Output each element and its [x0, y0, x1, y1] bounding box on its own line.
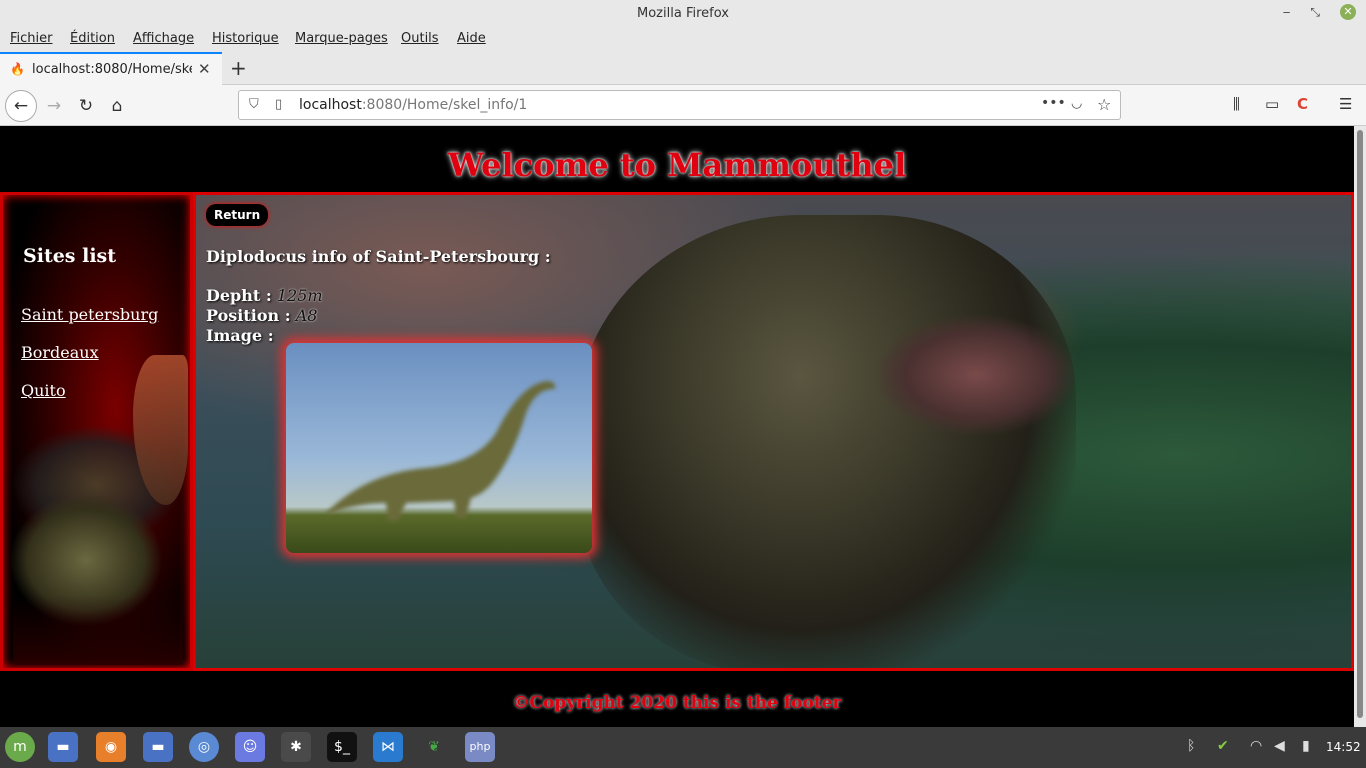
menu-fichier[interactable]: Fichier: [10, 31, 53, 46]
forward-icon[interactable]: →: [41, 93, 67, 119]
hamburger-menu-icon[interactable]: ☰: [1339, 95, 1352, 113]
depth-label: Depht :: [206, 286, 272, 305]
mongodb-icon[interactable]: ❦: [419, 732, 449, 762]
main-panel: Return Diplodocus info of Saint-Petersbo…: [193, 192, 1354, 671]
tracking-shield-icon[interactable]: ⛉: [249, 97, 259, 112]
page-info-icon[interactable]: ▯: [275, 97, 282, 112]
page-heading: Welcome to Mammouthel: [447, 146, 907, 184]
trex-jaw-image: [876, 315, 1076, 435]
page-scrollbar[interactable]: [1354, 126, 1366, 727]
bluetooth-icon[interactable]: ᛒ: [1187, 738, 1195, 754]
scrollbar-thumb[interactable]: [1357, 130, 1363, 718]
terminal-icon[interactable]: $_: [327, 732, 357, 762]
slack-icon[interactable]: ✱: [281, 732, 311, 762]
discord-icon[interactable]: ☺: [235, 732, 265, 762]
bookmark-star-icon[interactable]: ☆: [1097, 95, 1111, 114]
sidebar-reflection-image: [13, 595, 183, 665]
site-link-bordeaux[interactable]: Bordeaux: [21, 343, 99, 362]
tab-close-icon[interactable]: ✕: [198, 60, 211, 78]
sites-list-title: Sites list: [23, 245, 117, 267]
taskbar: m ▬ ◉ ▬ ◎ ☺ ✱ $_ ⋈ ❦ php ᛒ ✔ ◠ ◀ ▮ 14:52: [0, 727, 1366, 768]
site-link-quito[interactable]: Quito: [21, 381, 66, 400]
tab-active[interactable]: 🔥 localhost:8080/Home/skel_ ✕: [0, 52, 222, 85]
minimize-icon[interactable]: ‒: [1283, 5, 1291, 19]
menu-outils[interactable]: Outils: [401, 31, 439, 46]
position-value: A8: [295, 306, 318, 325]
library-icon[interactable]: ⫼: [1233, 95, 1240, 113]
url-bar[interactable]: ⛉ ▯ localhost:8080/Home/skel_info/1 ••• …: [238, 90, 1121, 120]
position-label: Position :: [206, 306, 291, 325]
window-title: Mozilla Firefox: [637, 6, 729, 21]
php-icon[interactable]: php: [465, 732, 495, 762]
site-link-saint-petersburg[interactable]: Saint petersburg: [21, 305, 158, 324]
home-icon[interactable]: ⌂: [104, 93, 130, 119]
vscode-icon[interactable]: ⋈: [373, 732, 403, 762]
mint-menu-icon[interactable]: m: [5, 732, 35, 762]
image-label: Image :: [206, 326, 274, 345]
page-footer: ©Copyright 2020 this is the footer: [512, 693, 842, 713]
extension-icon[interactable]: C: [1297, 95, 1308, 113]
info-title: Diplodocus info of Saint-Petersbourg :: [206, 247, 551, 266]
menu-marque-pages[interactable]: Marque-pages: [295, 31, 388, 46]
volume-icon[interactable]: ◀: [1274, 738, 1285, 754]
favicon-flame-icon: 🔥: [10, 62, 25, 76]
url-path: :8080/Home/skel_info/1: [361, 97, 528, 113]
new-tab-icon[interactable]: +: [230, 56, 247, 80]
depth-row: Depht : 125m: [206, 286, 323, 305]
web-content: Welcome to Mammouthel Sites list Saint p…: [0, 126, 1354, 727]
tab-title: localhost:8080/Home/skel_: [32, 62, 192, 77]
url-text[interactable]: localhost:8080/Home/skel_info/1: [299, 97, 527, 113]
trex-background-image: [576, 215, 1076, 668]
chromium-icon[interactable]: ◎: [189, 732, 219, 762]
window-titlebar: Mozilla Firefox ‒ ⤡ ✕: [0, 0, 1366, 28]
wifi-icon[interactable]: ◠: [1250, 738, 1262, 754]
return-button[interactable]: Return: [206, 204, 269, 226]
depth-value: 125m: [276, 286, 323, 305]
image-row: Image :: [206, 326, 274, 345]
navigation-bar: ← → ↻ ⌂ ⛉ ▯ localhost:8080/Home/skel_inf…: [0, 85, 1366, 126]
sites-sidebar: Sites list Saint petersburg Bordeaux Qui…: [0, 192, 193, 671]
firefox-taskbar-icon[interactable]: ◉: [96, 732, 126, 762]
menu-historique[interactable]: Historique: [212, 31, 279, 46]
maximize-icon[interactable]: ⤡: [1310, 5, 1320, 20]
desktop-icon[interactable]: ▬: [48, 732, 78, 762]
clock[interactable]: 14:52: [1326, 740, 1361, 754]
diplodocus-image: [286, 343, 592, 553]
close-window-icon[interactable]: ✕: [1340, 4, 1356, 20]
shield-check-icon[interactable]: ✔: [1217, 738, 1229, 754]
menu-affichage[interactable]: Affichage: [133, 31, 194, 46]
files-icon[interactable]: ▬: [143, 732, 173, 762]
back-icon[interactable]: ←: [5, 90, 37, 122]
tab-bar: 🔥 localhost:8080/Home/skel_ ✕ +: [0, 52, 1366, 85]
menu-bar: Fichier Édition Affichage Historique Mar…: [0, 28, 1366, 52]
pocket-icon[interactable]: ◡: [1071, 96, 1082, 111]
menu-aide[interactable]: Aide: [457, 31, 486, 46]
reload-icon[interactable]: ↻: [73, 93, 99, 119]
menu-edition[interactable]: Édition: [70, 31, 115, 46]
page-actions-icon[interactable]: •••: [1041, 95, 1066, 111]
sidebar-toggle-icon[interactable]: ▭: [1265, 95, 1279, 113]
position-row: Position : A8: [206, 306, 317, 325]
battery-icon[interactable]: ▮: [1302, 738, 1310, 754]
url-host: localhost: [299, 97, 362, 113]
